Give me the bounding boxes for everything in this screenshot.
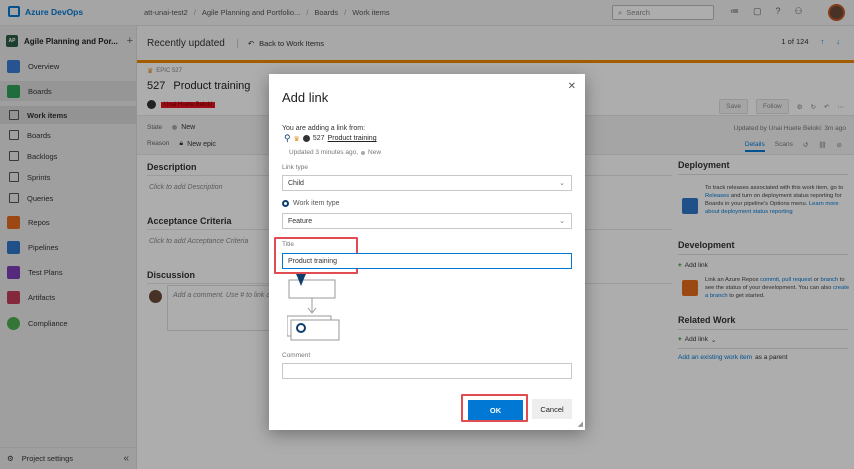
chevron-down-icon: ⌄ <box>559 218 565 225</box>
dialog-title: Add link <box>282 90 329 105</box>
cancel-button[interactable]: Cancel <box>532 399 572 419</box>
link-hierarchy-diagram <box>287 274 340 341</box>
work-item-type-dropdown[interactable]: Feature ⌄ <box>282 213 572 229</box>
adding-link-from-label: You are adding a link from: <box>282 125 366 132</box>
work-item-type-label: Work item type <box>293 200 340 207</box>
chevron-down-icon: ⌄ <box>559 180 565 187</box>
title-input[interactable]: Product training <box>282 253 572 269</box>
comment-input-field[interactable] <box>282 363 572 379</box>
close-icon[interactable]: ✕ <box>568 81 576 92</box>
title-label: Title <box>282 241 295 248</box>
assignee-avatar <box>302 135 310 142</box>
work-item-type-option[interactable]: Work item type <box>282 200 340 207</box>
source-item-link[interactable]: Product training <box>328 135 377 142</box>
link-type-label: Link type <box>282 164 309 171</box>
comment-label: Comment <box>282 352 311 359</box>
add-link-dialog: Add link ✕ You are adding a link from: ⚲… <box>269 74 585 430</box>
source-item-id: 527 <box>312 135 325 142</box>
work-item-type-value: Feature <box>288 217 313 225</box>
source-item-meta: Updated 3 minutes ago, New <box>289 149 381 156</box>
state-dot-icon <box>361 150 366 155</box>
link-type-value: Child <box>288 179 304 187</box>
source-updated-text: Updated 3 minutes ago, <box>289 149 359 156</box>
location-pin-icon: ⚲ <box>284 133 291 143</box>
epic-crown-icon: ♛ <box>293 135 300 143</box>
resize-handle-icon[interactable]: ◢ <box>578 420 583 428</box>
link-type-dropdown[interactable]: Child ⌄ <box>282 175 572 191</box>
parent-box <box>288 279 336 299</box>
source-work-item: ⚲ ♛ 527 Product training <box>284 133 377 144</box>
ok-button[interactable]: OK <box>468 400 523 420</box>
radio-selected-icon <box>282 200 289 207</box>
source-state: New <box>368 149 382 156</box>
